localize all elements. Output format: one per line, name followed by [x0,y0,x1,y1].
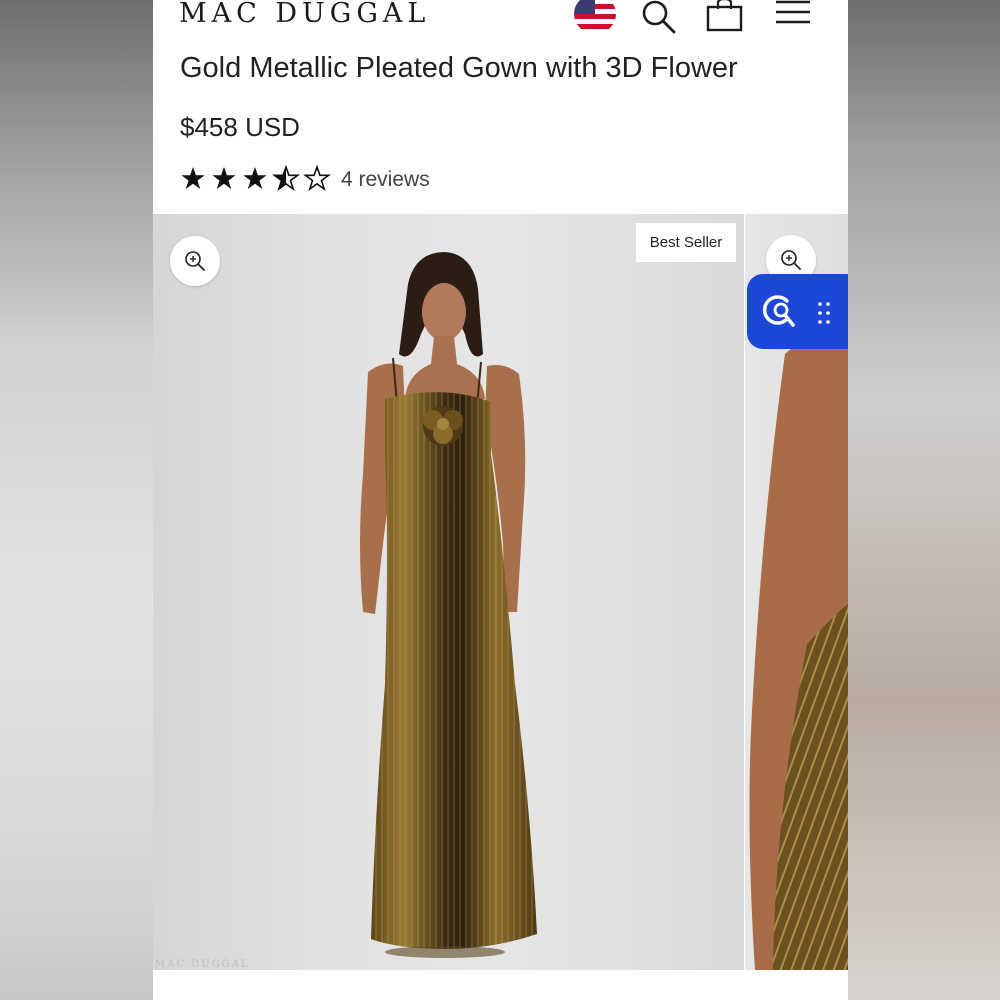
product-gallery[interactable]: MAC DUGGAL Best Seller [153,214,848,970]
phone-screen: MAC DUGGAL Gold Metallic Pleated Gown wi… [153,0,848,1000]
star-icon [181,167,205,189]
empty-star-icon [304,166,330,190]
drag-handle-icon[interactable] [817,301,831,325]
best-seller-badge: Best Seller [636,223,736,262]
model-wearing-gown-image [360,252,537,958]
product-title: Gold Metallic Pleated Gown with 3D Flowe… [180,52,738,84]
us-flag-icon[interactable] [574,0,616,34]
photo-watermark: MAC DUGGAL [155,959,250,970]
star-icon [243,167,267,189]
zoom-in-icon [781,250,801,270]
rating-stars [181,166,330,190]
page-bottom [153,970,848,1000]
product-photo-main[interactable]: MAC DUGGAL [153,214,744,970]
hamburger-menu-icon[interactable] [775,0,811,28]
right-backdrop [848,0,1000,1000]
product-price: $458 USD [180,112,300,142]
star-icon [212,167,236,189]
left-backdrop [0,0,153,1000]
brand-logo[interactable]: MAC DUGGAL [179,0,430,29]
visual-search-widget[interactable] [747,274,848,349]
search-icon[interactable] [640,0,678,36]
reviews-link[interactable]: 4 reviews [341,168,430,192]
half-star-icon [273,166,299,190]
visual-search-icon [762,295,795,327]
flag-canton [574,0,595,14]
zoom-button[interactable] [170,236,220,286]
shopping-bag-icon[interactable] [706,0,744,32]
zoom-in-icon [185,251,205,271]
site-header: MAC DUGGAL [153,0,848,40]
flower-detail [423,406,463,446]
